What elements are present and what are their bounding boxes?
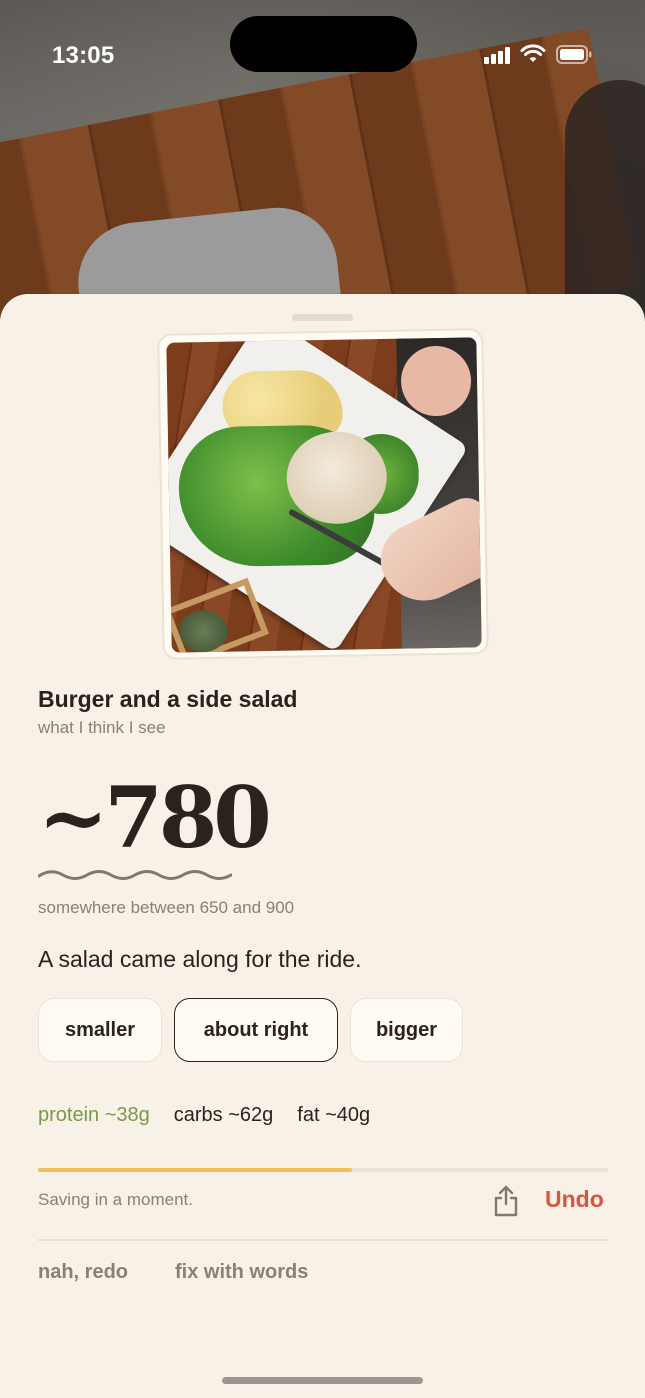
calorie-range: somewhere between 650 and 900: [38, 898, 295, 917]
portion-bigger-button[interactable]: bigger: [350, 998, 463, 1062]
portion-about-right-button[interactable]: about right: [174, 998, 338, 1062]
meal-photo: [166, 337, 482, 653]
macro-protein: protein ~38g: [38, 1104, 150, 1126]
wifi-icon: [520, 44, 546, 62]
dish-title: Burger and a side salad: [38, 686, 298, 712]
save-progress-bar: [38, 1168, 608, 1172]
divider: [38, 1239, 608, 1241]
fix-with-words-button[interactable]: fix with words: [175, 1261, 308, 1284]
home-indicator[interactable]: [222, 1377, 423, 1384]
sheet-grabber[interactable]: [292, 314, 353, 321]
meal-sheet: Burger and a side salad what I think I s…: [0, 294, 645, 1398]
calorie-estimate: ~780: [38, 768, 272, 867]
dish-subtitle: what I think I see: [38, 718, 166, 737]
meal-photo-frame: [157, 328, 489, 660]
redo-button[interactable]: nah, redo: [38, 1261, 128, 1284]
dynamic-island: [230, 16, 417, 72]
save-progress-fill: [38, 1168, 352, 1172]
status-time: 13:05: [52, 42, 115, 69]
status-bar: 13:05: [0, 0, 645, 110]
macro-carbs: carbs ~62g: [173, 1104, 274, 1126]
signal-icon: [484, 46, 512, 64]
undo-button[interactable]: Undo: [545, 1186, 604, 1213]
save-status: Saving in a moment.: [38, 1190, 193, 1209]
meal-comment: A salad came along for the ride.: [38, 946, 362, 972]
squiggle-underline: [38, 870, 232, 880]
macros-row: protein ~38g carbs ~62g fat ~40g: [38, 1104, 370, 1127]
share-icon[interactable]: [490, 1184, 522, 1218]
portion-smaller-button[interactable]: smaller: [38, 998, 162, 1062]
macro-fat: fat ~40g: [297, 1104, 371, 1126]
battery-icon: [556, 45, 592, 64]
